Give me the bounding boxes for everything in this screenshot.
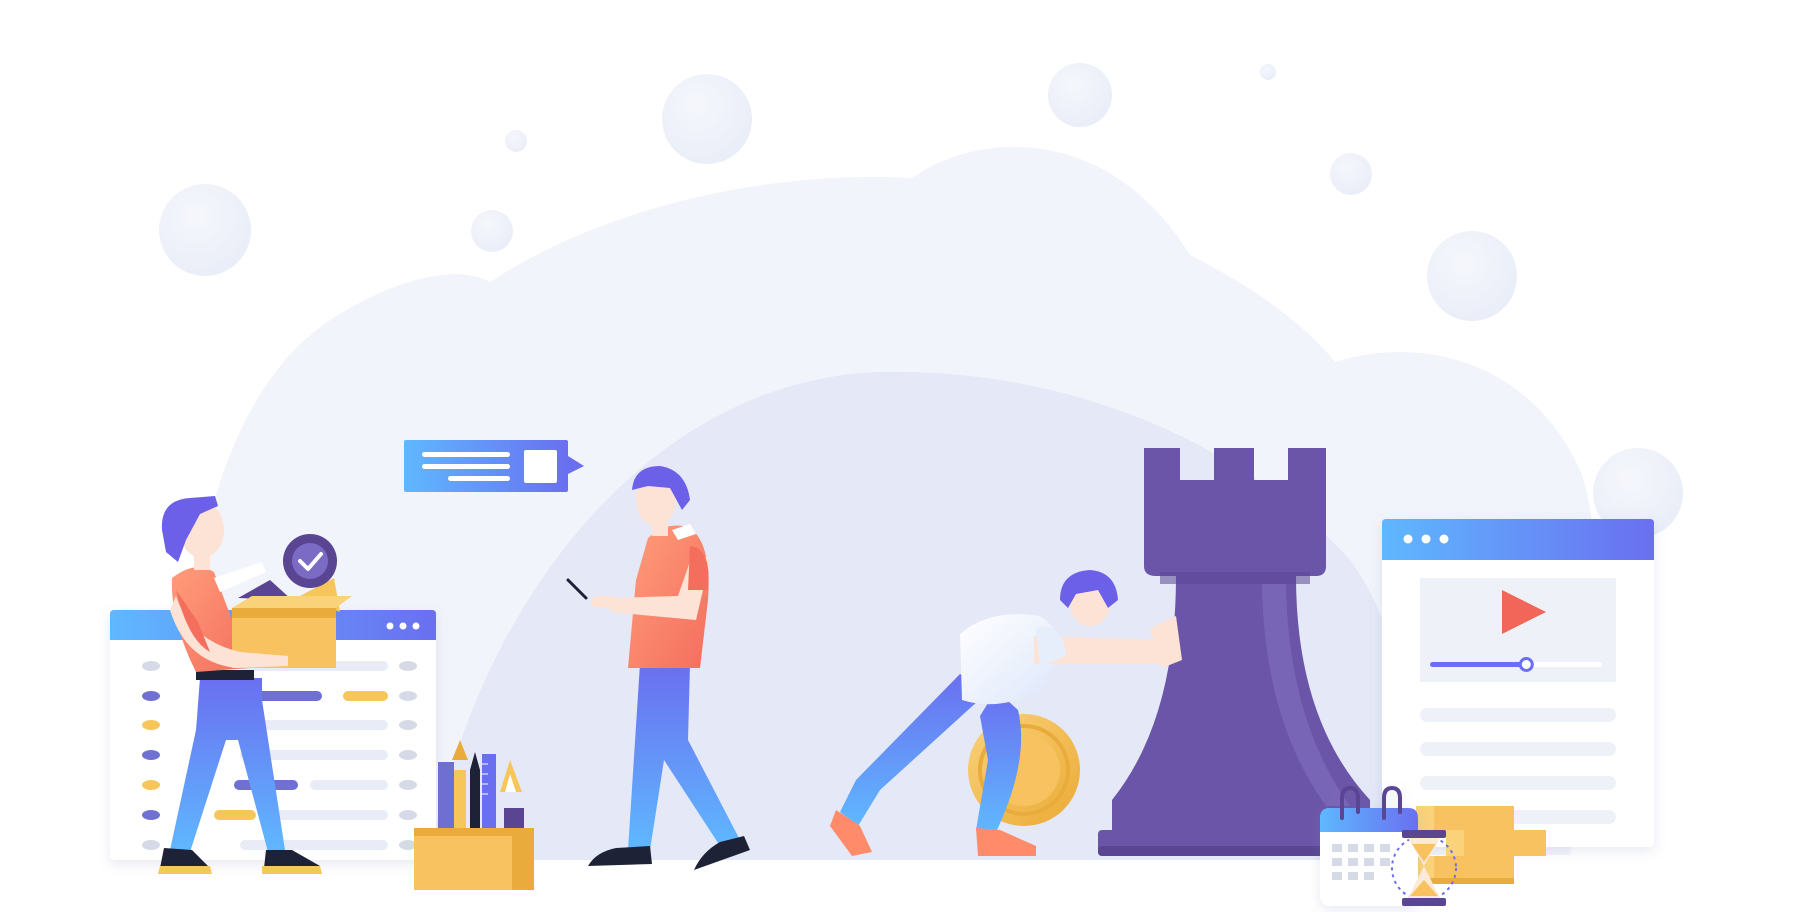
- bubble: [1048, 63, 1112, 127]
- bubble: [1427, 231, 1517, 321]
- bubble: [505, 130, 527, 152]
- window-dots: [1403, 534, 1449, 544]
- video-progress-fill: [1430, 662, 1527, 667]
- video-player-window: [1382, 519, 1654, 847]
- window-dots: [386, 622, 420, 630]
- bubble: [662, 74, 752, 164]
- illustration-scene: [0, 0, 1800, 912]
- video-progress-knob: [1518, 657, 1534, 672]
- bubble: [471, 210, 513, 252]
- chat-message-bubble: [404, 440, 584, 492]
- bubble: [1330, 153, 1372, 195]
- bubble: [159, 184, 251, 276]
- checkmark-badge-icon: [283, 534, 337, 588]
- bubble: [1260, 64, 1276, 80]
